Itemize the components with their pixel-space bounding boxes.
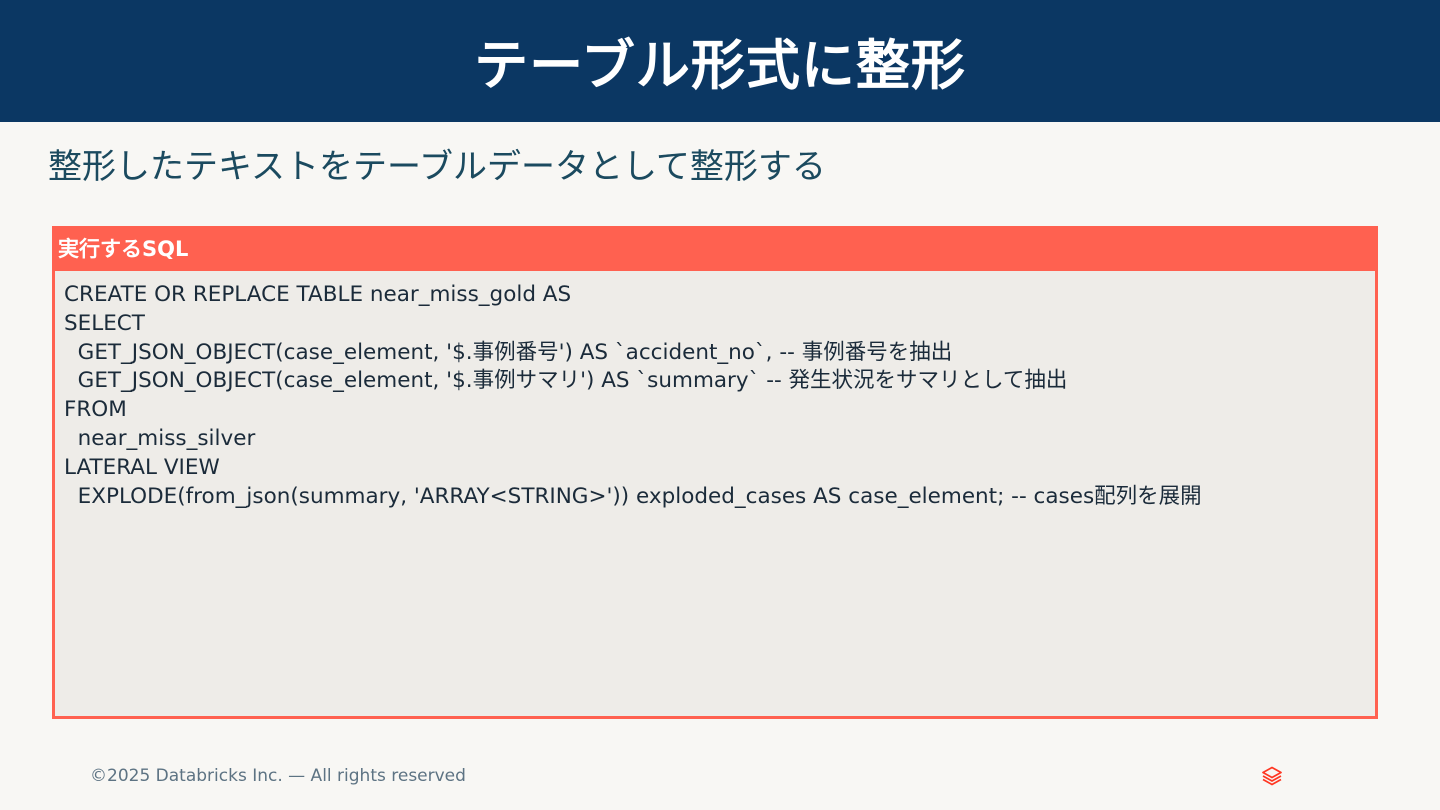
code-line: EXPLODE(from_json(summary, 'ARRAY<STRING…	[64, 483, 1202, 509]
code-line: SELECT	[64, 310, 145, 336]
slide-subtitle: 整形したテキストをテーブルデータとして整形する	[48, 147, 826, 187]
code-panel-header: 実行するSQL	[55, 229, 1375, 271]
code-line: FROM	[64, 397, 127, 423]
slide-title: テーブル形式に整形	[474, 33, 966, 97]
footer-copyright: ©2025 Databricks Inc. — All rights reser…	[90, 766, 466, 786]
databricks-logo-icon	[1262, 766, 1282, 786]
code-line: LATERAL VIEW	[64, 454, 220, 480]
code-line: CREATE OR REPLACE TABLE near_miss_gold A…	[64, 282, 572, 307]
code-line: GET_JSON_OBJECT(case_element, '$.事例サマリ')…	[64, 368, 1068, 394]
sql-code-panel: 実行するSQL CREATE OR REPLACE TABLE near_mis…	[52, 226, 1378, 719]
code-block: CREATE OR REPLACE TABLE near_miss_gold A…	[55, 271, 1375, 511]
header-bar: テーブル形式に整形	[0, 0, 1440, 122]
code-line: near_miss_silver	[64, 425, 256, 451]
code-line: GET_JSON_OBJECT(case_element, '$.事例番号') …	[64, 339, 953, 365]
